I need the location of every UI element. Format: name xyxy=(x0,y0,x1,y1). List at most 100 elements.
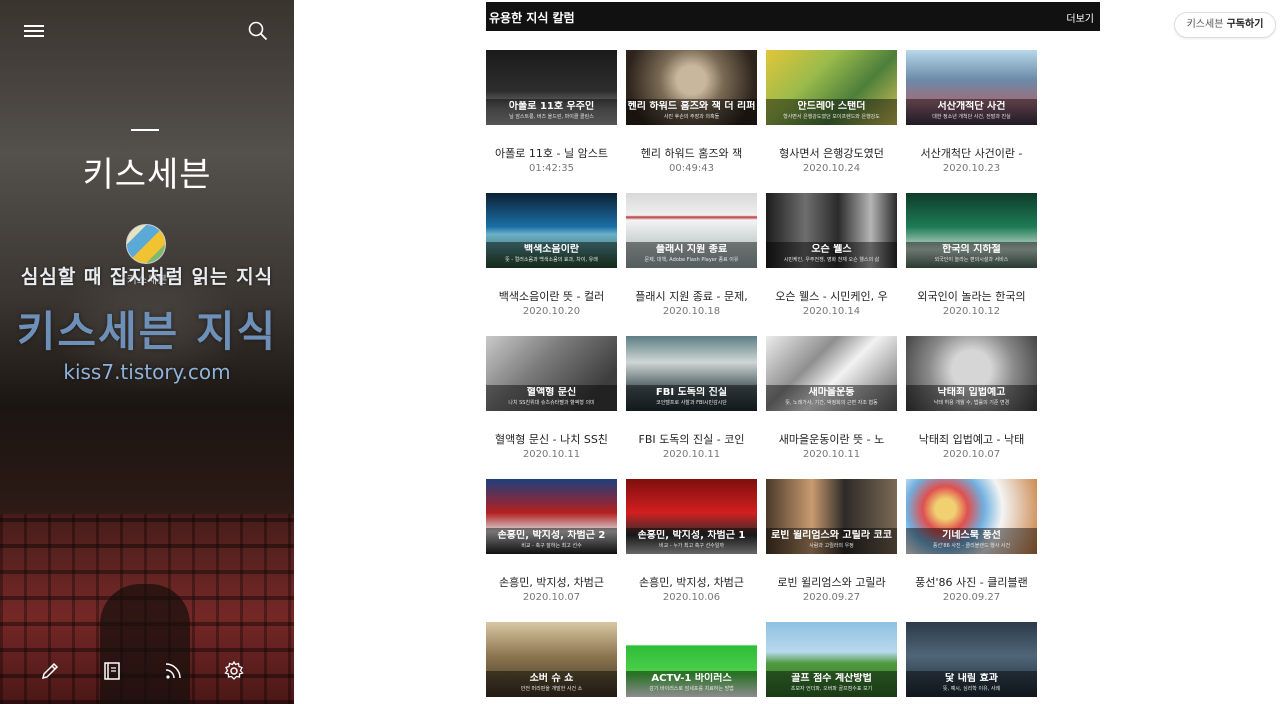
thumbnail-title: 소버 슈 쇼 xyxy=(529,673,574,684)
thumbnail-title: 안드레아 스탠더 xyxy=(797,101,866,112)
more-link[interactable]: 더보기 xyxy=(1066,10,1094,25)
article-thumbnail[interactable]: 플래시 지원 종료 문제, 대책, Adobe Flash Player 종료 이… xyxy=(626,193,757,268)
article-title[interactable]: 새마을운동이란 뜻 - 노 xyxy=(760,431,903,447)
article-thumbnail[interactable]: 로빈 윌리엄스와 고릴라 코코 사람과 고릴라의 우정 xyxy=(766,479,897,554)
blog-title[interactable]: 키스세븐 xyxy=(0,147,294,196)
subscribe-button[interactable]: 키스세븐 구독하기 xyxy=(1174,12,1276,38)
article-title[interactable]: 플래시 지원 종료 - 문제, xyxy=(620,288,763,304)
thumbnail-caption: 골프 점수 계산방법 초보자 언더파, 오버파 골프점수표 보기 xyxy=(766,671,897,697)
article-card[interactable]: 소버 슈 쇼안전 머리핀을 개발한 사건 소 xyxy=(486,622,617,697)
thumbnail-subtitle: 안전 머리핀을 개발한 사건 소 xyxy=(520,686,583,692)
article-thumbnail[interactable]: 소버 슈 쇼안전 머리핀을 개발한 사건 소 xyxy=(486,622,617,697)
article-card[interactable]: 헨리 하워드 홈즈와 잭 더 리퍼 사진 후손의 주장과 의혹들 헨리 하워드 홈즈… xyxy=(626,50,757,174)
article-thumbnail[interactable]: 손흥민, 박지성, 차범근 2 비교 - 축구 잘하는 최고 선수 xyxy=(486,479,617,554)
article-thumbnail[interactable]: 백색소음이란 뜻 - 컬러소음과 백색소음의 효과, 차이, 유래 xyxy=(486,193,617,268)
article-title[interactable]: 손흥민, 박지성, 차범근 xyxy=(480,574,623,590)
article-title[interactable]: 헨리 하워드 홈즈와 잭 xyxy=(620,145,763,161)
thumbnail-subtitle: 낙태 허용 개월 수, 법률의 기준 변경 xyxy=(933,400,1010,406)
article-card[interactable]: 오슨 웰스 시민케인, 우주전쟁, 영화 천재 오슨 웰스의 삶 오슨 웰스 - 시… xyxy=(766,193,897,317)
article-thumbnail[interactable]: 안드레아 스탠더형사면서 은행강도였던 보이프렌드와 은행강도 xyxy=(766,50,897,125)
thumbnail-caption: 오슨 웰스 시민케인, 우주전쟁, 영화 천재 오슨 웰스의 삶 xyxy=(766,242,897,268)
article-title[interactable]: 아폴로 11호 - 닐 암스트 xyxy=(480,145,623,161)
article-title[interactable]: FBI 도독의 진실 - 코인 xyxy=(620,431,763,447)
article-title[interactable]: 외국인이 놀라는 한국의 xyxy=(900,288,1043,304)
article-card[interactable]: 손흥민, 박지성, 차범근 1 비교 - 누가 최고 축구 선수일까 손흥민, 박지… xyxy=(626,479,757,603)
article-card[interactable]: 한국의 지하철 외국인이 놀라는 편의시설과 서비스 외국인이 놀라는 한국의 202… xyxy=(906,193,1037,317)
thumbnail-title: 기네스북 풍선 xyxy=(942,530,1001,541)
article-card[interactable]: 플래시 지원 종료 문제, 대책, Adobe Flash Player 종료 이… xyxy=(626,193,757,317)
article-date: 01:42:35 xyxy=(529,163,574,174)
sidebar-bottom-icons xyxy=(0,660,294,686)
title-divider xyxy=(131,129,159,131)
section-title: 유용한 지식 칼럼 xyxy=(489,11,575,25)
thumbnail-subtitle: 초보자 언더파, 오버파 골프점수표 보기 xyxy=(790,686,873,692)
article-thumbnail[interactable]: 아폴로 11호 우주인 닐 암스트롱, 버즈 올드린, 마이클 콜린스 xyxy=(486,50,617,125)
article-title[interactable]: 오슨 웰스 - 시민케인, 우 xyxy=(760,288,903,304)
article-thumbnail[interactable]: 기네스북 풍선 풍선'86 사진 - 클리블랜드 행사 사건 xyxy=(906,479,1037,554)
thumbnail-subtitle: 대한 정소년 개척단 사건, 전말과 진실 xyxy=(932,114,1011,120)
article-date: 2020.10.12 xyxy=(942,306,1001,317)
thumbnail-title: 서산개척단 사건 xyxy=(937,101,1006,112)
thumbnail-caption: 서산개척단 사건대한 정소년 개척단 사건, 전말과 진실 xyxy=(906,99,1037,125)
article-thumbnail[interactable]: 골프 점수 계산방법 초보자 언더파, 오버파 골프점수표 보기 xyxy=(766,622,897,697)
article-thumbnail[interactable]: 손흥민, 박지성, 차범근 1 비교 - 누가 최고 축구 선수일까 xyxy=(626,479,757,554)
article-title[interactable]: 손흥민, 박지성, 차범근 xyxy=(620,574,763,590)
article-title[interactable]: 형사면서 은행강도였던 xyxy=(760,145,903,161)
article-card[interactable]: ACTV-1 바이러스 감기 바이러스로 암세포를 치료하는 방법 xyxy=(626,622,757,697)
article-card[interactable]: 혈액형 문신 나치 SS친위대 슈츠슈타펠과 혈액형 의미 혈액형 문신 - 나치 … xyxy=(486,336,617,460)
article-card[interactable]: 닻 내림 효과 뜻, 예시, 심리학 이유, 사례 xyxy=(906,622,1037,697)
thumbnail-caption: 플래시 지원 종료 문제, 대책, Adobe Flash Player 종료 이… xyxy=(626,242,757,268)
notebook-icon[interactable] xyxy=(101,660,125,684)
pencil-icon[interactable] xyxy=(39,660,63,684)
article-card[interactable]: 서산개척단 사건 대한 정소년 개척단 사건, 전말과 진실 서산개척단 사건이란 … xyxy=(906,50,1037,174)
thumbnail-title: 오슨 웰스 xyxy=(811,244,852,255)
thumbnail-caption: 한국의 지하철 외국인이 놀라는 편의시설과 서비스 xyxy=(906,242,1037,268)
article-date: 2020.10.11 xyxy=(662,449,721,460)
article-thumbnail[interactable]: 서산개척단 사건대한 정소년 개척단 사건, 전말과 진실 xyxy=(906,50,1037,125)
article-thumbnail[interactable]: 한국의 지하철 외국인이 놀라는 편의시설과 서비스 xyxy=(906,193,1037,268)
article-thumbnail[interactable]: 새마을운동 뜻, 노래가사, 기간, 박정희의 근면 자조 협동 xyxy=(766,336,897,411)
article-card[interactable]: 로빈 윌리엄스와 고릴라 코코 사람과 고릴라의 우정 로빈 윌리엄스와 고릴라 20… xyxy=(766,479,897,603)
article-title[interactable]: 서산개척단 사건이란 - xyxy=(900,145,1043,161)
thumbnail-caption: 손흥민, 박지성, 차범근 1 비교 - 누가 최고 축구 선수일까 xyxy=(626,528,757,554)
article-thumbnail[interactable]: FBI 도독의 진실 코인텔프로 사찰과 FBI시민감시단 xyxy=(626,336,757,411)
article-card[interactable]: 백색소음이란 뜻 - 컬러소음과 백색소음의 효과, 차이, 유래 백색소음이란 뜻… xyxy=(486,193,617,317)
article-card[interactable]: 손흥민, 박지성, 차범근 2 비교 - 축구 잘하는 최고 선수 손흥민, 박지성… xyxy=(486,479,617,603)
sidebar-background-person xyxy=(100,584,190,704)
thumbnail-subtitle: 형사면서 은행강도였던 보이프렌드와 은행강도 xyxy=(783,114,880,120)
article-card[interactable]: 기네스북 풍선 풍선'86 사진 - 클리블랜드 행사 사건 풍선'86 사진 - … xyxy=(906,479,1037,603)
article-card[interactable]: FBI 도독의 진실 코인텔프로 사찰과 FBI시민감시단 FBI 도독의 진실 -… xyxy=(626,336,757,460)
thumbnail-caption: FBI 도독의 진실 코인텔프로 사찰과 FBI시민감시단 xyxy=(626,385,757,411)
banner-tagline: 심심할 때 잡지처럼 읽는 지식 xyxy=(20,266,274,288)
article-title[interactable]: 풍선'86 사진 - 클리블랜 xyxy=(900,574,1043,590)
article-title[interactable]: 낙태죄 입법예고 - 낙태 xyxy=(900,431,1043,447)
article-card[interactable]: 아폴로 11호 우주인 닐 암스트롱, 버즈 올드린, 마이클 콜린스 아폴로 11… xyxy=(486,50,617,174)
gear-icon[interactable] xyxy=(223,660,247,684)
thumbnail-title: 한국의 지하철 xyxy=(942,244,1001,255)
article-date: 2020.10.23 xyxy=(942,163,1001,174)
thumbnail-title: 플래시 지원 종료 xyxy=(655,244,728,255)
article-thumbnail[interactable]: 헨리 하워드 홈즈와 잭 더 리퍼 사진 후손의 주장과 의혹들 xyxy=(626,50,757,125)
article-card[interactable]: 새마을운동 뜻, 노래가사, 기간, 박정희의 근면 자조 협동 새마을운동이란 뜻… xyxy=(766,336,897,460)
avatar[interactable] xyxy=(126,224,166,264)
article-thumbnail[interactable]: 닻 내림 효과 뜻, 예시, 심리학 이유, 사례 xyxy=(906,622,1037,697)
article-thumbnail[interactable]: 낙태죄 입법예고 낙태 허용 개월 수, 법률의 기준 변경 xyxy=(906,336,1037,411)
thumbnail-caption: 새마을운동 뜻, 노래가사, 기간, 박정희의 근면 자조 협동 xyxy=(766,385,897,411)
thumbnail-caption: 헨리 하워드 홈즈와 잭 더 리퍼 사진 후손의 주장과 의혹들 xyxy=(626,99,757,125)
article-title[interactable]: 혈액형 문신 - 나치 SS친 xyxy=(480,431,623,447)
section-header: 유용한 지식 칼럼 더보기 xyxy=(486,2,1100,31)
article-thumbnail[interactable]: 오슨 웰스 시민케인, 우주전쟁, 영화 천재 오슨 웰스의 삶 xyxy=(766,193,897,268)
menu-icon[interactable] xyxy=(24,23,46,39)
thumbnail-title: 손흥민, 박지성, 차범근 2 xyxy=(497,530,606,541)
article-card[interactable]: 골프 점수 계산방법 초보자 언더파, 오버파 골프점수표 보기 xyxy=(766,622,897,697)
search-icon[interactable] xyxy=(248,21,268,41)
thumbnail-subtitle: 나치 SS친위대 슈츠슈타펠과 혈액형 의미 xyxy=(508,400,595,406)
article-title[interactable]: 백색소음이란 뜻 - 컬러 xyxy=(480,288,623,304)
article-card[interactable]: 낙태죄 입법예고 낙태 허용 개월 수, 법률의 기준 변경 낙태죄 입법예고 - … xyxy=(906,336,1037,460)
article-thumbnail[interactable]: ACTV-1 바이러스 감기 바이러스로 암세포를 치료하는 방법 xyxy=(626,622,757,697)
article-card[interactable]: 안드레아 스탠더형사면서 은행강도였던 보이프렌드와 은행강도 형사면서 은행강도… xyxy=(766,50,897,174)
rss-icon[interactable] xyxy=(162,660,186,684)
article-title[interactable]: 로빈 윌리엄스와 고릴라 xyxy=(760,574,903,590)
article-date: 2020.09.27 xyxy=(942,592,1001,603)
article-thumbnail[interactable]: 혈액형 문신 나치 SS친위대 슈츠슈타펠과 혈액형 의미 xyxy=(486,336,617,411)
